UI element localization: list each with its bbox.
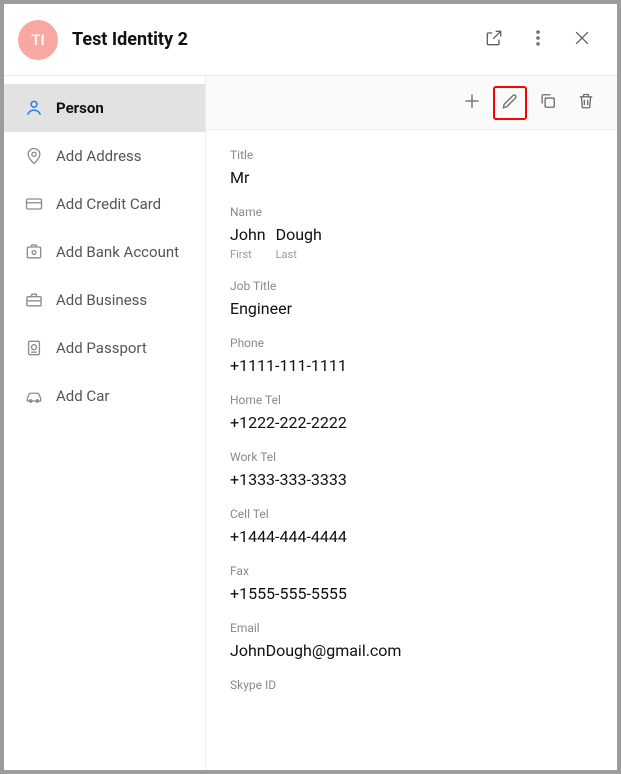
sidebar-item-label: Add Bank Account	[56, 243, 179, 261]
sidebar-item-person[interactable]: Person	[4, 84, 205, 132]
field-value: +1222-222-2222	[230, 413, 593, 432]
field-email: Email JohnDough@gmail.com	[230, 621, 593, 660]
field-title: Title Mr	[230, 148, 593, 187]
copy-icon	[538, 91, 558, 115]
field-label: Title	[230, 148, 593, 162]
field-value: +1555-555-5555	[230, 584, 593, 603]
bank-icon	[24, 242, 44, 262]
sidebar-item-passport[interactable]: Add Passport	[4, 324, 205, 372]
copy-button[interactable]	[531, 86, 565, 120]
sidebar-item-label: Add Car	[56, 387, 109, 405]
field-name: Name John First Dough Last	[230, 205, 593, 261]
avatar: TI	[18, 20, 58, 60]
detail-toolbar	[206, 76, 617, 130]
person-icon	[24, 98, 44, 118]
field-cell-tel: Cell Tel +1444-444-4444	[230, 507, 593, 546]
last-name-value: Dough	[276, 225, 322, 244]
field-value: +1111-111-1111	[230, 356, 593, 375]
credit-card-icon	[24, 194, 44, 214]
close-icon	[572, 28, 592, 52]
field-label: Skype ID	[230, 678, 593, 692]
titlebar: TI Test Identity 2	[4, 4, 617, 76]
field-job-title: Job Title Engineer	[230, 279, 593, 318]
titlebar-actions	[477, 23, 599, 57]
sidebar-item-business[interactable]: Add Business	[4, 276, 205, 324]
identity-window: TI Test Identity 2	[4, 4, 617, 770]
pencil-icon	[500, 91, 520, 115]
delete-button[interactable]	[569, 86, 603, 120]
main: Title Mr Name John First Dough Last	[206, 76, 617, 770]
first-name-sublabel: First	[230, 248, 266, 261]
page-title: Test Identity 2	[72, 29, 477, 50]
field-home-tel: Home Tel +1222-222-2222	[230, 393, 593, 432]
edit-button[interactable]	[493, 86, 527, 120]
field-value: Engineer	[230, 299, 593, 318]
field-label: Job Title	[230, 279, 593, 293]
plus-icon	[462, 91, 482, 115]
briefcase-icon	[24, 290, 44, 310]
sidebar-item-label: Add Business	[56, 291, 147, 309]
sidebar-item-address[interactable]: Add Address	[4, 132, 205, 180]
field-value: JohnDough@gmail.com	[230, 641, 593, 660]
field-label: Email	[230, 621, 593, 635]
car-icon	[24, 386, 44, 406]
trash-icon	[576, 91, 596, 115]
field-fax: Fax +1555-555-5555	[230, 564, 593, 603]
field-skype: Skype ID	[230, 678, 593, 692]
person-details: Title Mr Name John First Dough Last	[206, 130, 617, 770]
sidebar-item-label: Add Credit Card	[56, 195, 161, 213]
first-name-value: John	[230, 225, 266, 244]
sidebar: Person Add Address Add Credit Card Add B…	[4, 76, 206, 770]
more-button[interactable]	[521, 23, 555, 57]
sidebar-item-car[interactable]: Add Car	[4, 372, 205, 420]
sidebar-item-credit-card[interactable]: Add Credit Card	[4, 180, 205, 228]
add-button[interactable]	[455, 86, 489, 120]
open-external-icon	[484, 28, 504, 52]
body: Person Add Address Add Credit Card Add B…	[4, 76, 617, 770]
sidebar-item-label: Person	[56, 99, 104, 117]
field-work-tel: Work Tel +1333-333-3333	[230, 450, 593, 489]
sidebar-item-bank[interactable]: Add Bank Account	[4, 228, 205, 276]
last-name-sublabel: Last	[276, 248, 322, 261]
location-icon	[24, 146, 44, 166]
field-label: Fax	[230, 564, 593, 578]
more-vertical-icon	[528, 28, 548, 52]
field-value: Mr	[230, 168, 593, 187]
open-external-button[interactable]	[477, 23, 511, 57]
sidebar-item-label: Add Passport	[56, 339, 147, 357]
close-button[interactable]	[565, 23, 599, 57]
field-value: +1333-333-3333	[230, 470, 593, 489]
field-value: +1444-444-4444	[230, 527, 593, 546]
passport-icon	[24, 338, 44, 358]
field-label: Home Tel	[230, 393, 593, 407]
field-label: Work Tel	[230, 450, 593, 464]
sidebar-item-label: Add Address	[56, 147, 142, 165]
field-label: Cell Tel	[230, 507, 593, 521]
field-phone: Phone +1111-111-1111	[230, 336, 593, 375]
field-label: Phone	[230, 336, 593, 350]
field-label: Name	[230, 205, 593, 219]
